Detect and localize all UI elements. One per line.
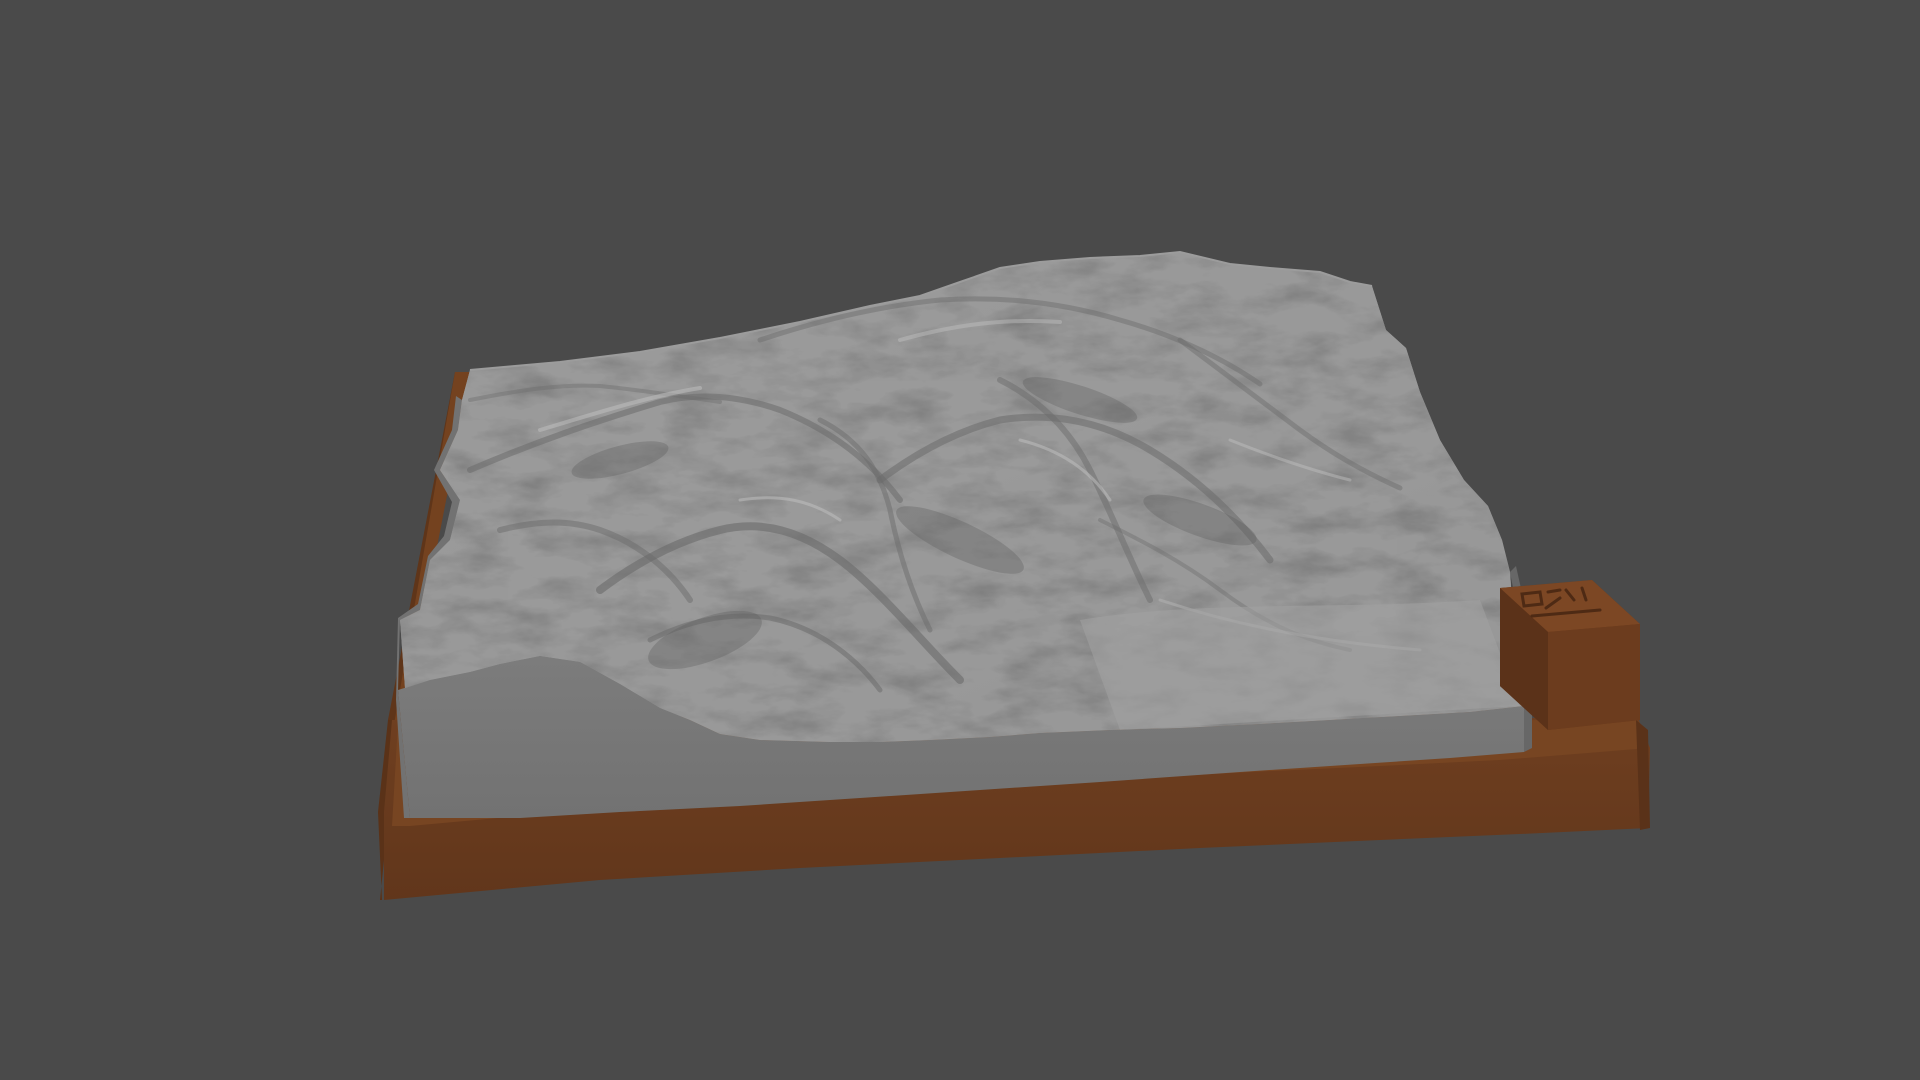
terrain-model-render: [378, 250, 1650, 900]
3d-viewport[interactable]: [0, 0, 1920, 1080]
